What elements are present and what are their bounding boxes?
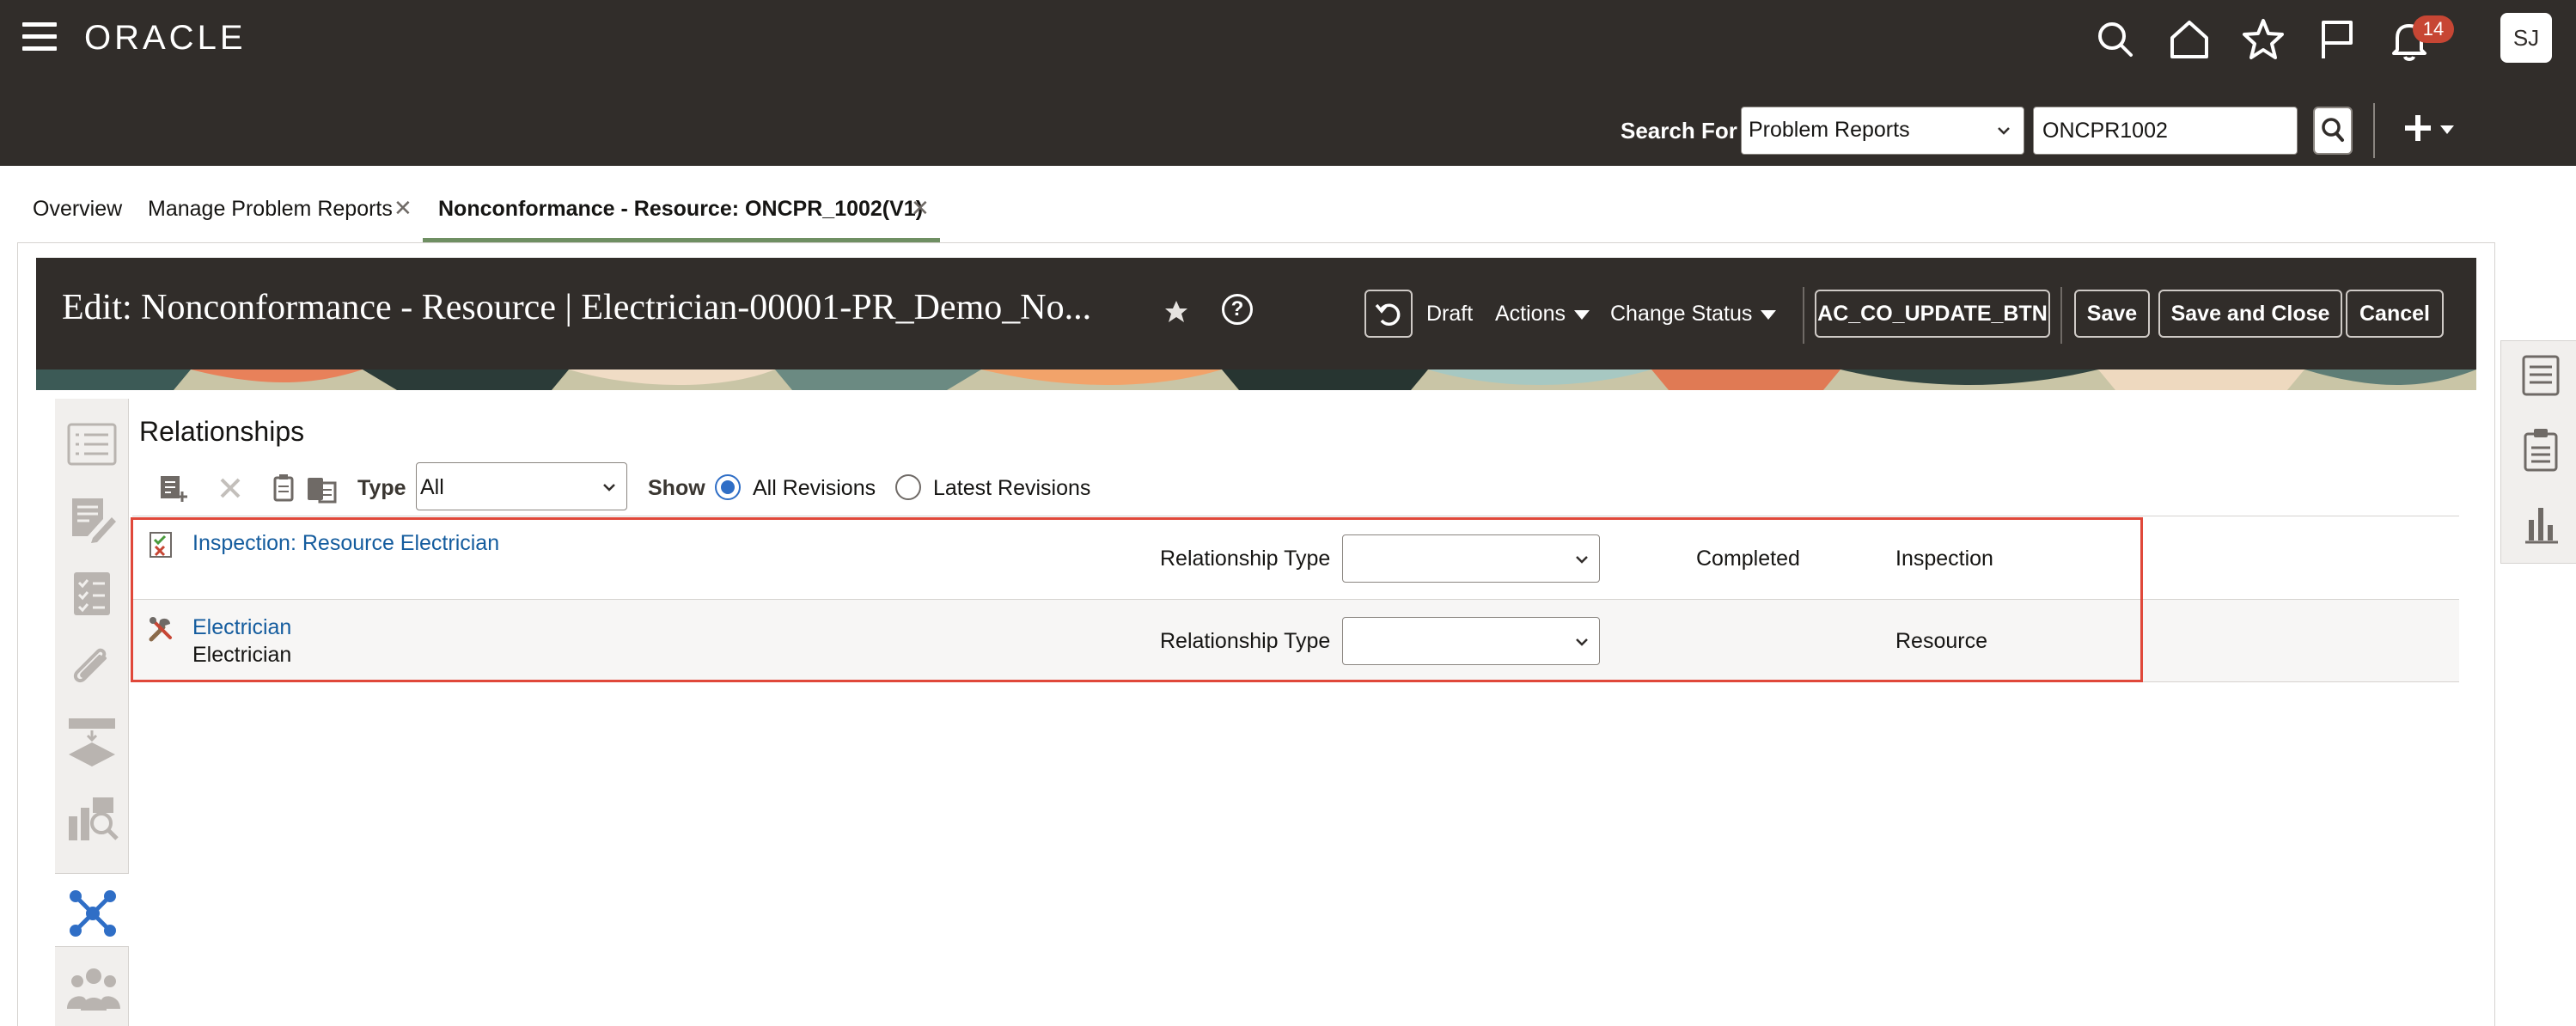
search-input[interactable]: ONCPR1002 xyxy=(2033,107,2298,155)
oracle-logo[interactable]: ORACLE xyxy=(84,19,247,58)
cancel-button[interactable]: Cancel xyxy=(2346,290,2444,338)
radio-latest-revisions[interactable] xyxy=(895,474,921,500)
nav-attachments[interactable] xyxy=(55,629,129,703)
workflow-icon xyxy=(69,718,115,766)
tab-close-icon[interactable]: ✕ xyxy=(911,195,930,222)
search-button[interactable] xyxy=(2313,107,2353,155)
hamburger-menu-icon[interactable] xyxy=(22,22,60,53)
global-header: ORACLE 14 SJ Search For Problem Reports … xyxy=(0,0,2576,166)
object-type-cell: Inspection xyxy=(1895,547,1993,571)
relationship-type-label: Relationship Type xyxy=(1160,629,1331,653)
favorite-star-icon[interactable] xyxy=(1163,299,1189,325)
watchlist-flag-icon[interactable] xyxy=(2313,15,2361,64)
save-button[interactable]: Save xyxy=(2074,290,2150,338)
chevron-down-icon xyxy=(603,484,615,492)
notifications-badge: 14 xyxy=(2413,15,2454,43)
edit-document-icon xyxy=(72,498,116,543)
paste-icon[interactable] xyxy=(306,473,337,504)
chevron-down-icon xyxy=(1576,638,1588,646)
home-icon[interactable] xyxy=(2165,15,2213,64)
add-relationship-icon[interactable] xyxy=(158,473,189,504)
chevron-down-icon xyxy=(1998,127,2010,135)
chevron-down-icon xyxy=(1576,556,1588,564)
page-title: Edit: Nonconformance - Resource | Electr… xyxy=(62,288,1092,327)
radio-latest-revisions-label[interactable]: Latest Revisions xyxy=(933,476,1090,501)
type-label: Type xyxy=(357,476,406,500)
type-select-value: All xyxy=(420,475,444,499)
create-plus-icon[interactable] xyxy=(2402,108,2463,151)
actions-menu-label: Actions xyxy=(1495,302,1566,326)
bar-chart-icon[interactable] xyxy=(2522,501,2560,546)
nav-details[interactable] xyxy=(55,481,129,555)
status-cell: Completed xyxy=(1696,547,1800,571)
ac-co-update-button[interactable]: AC_CO_UPDATE_BTN xyxy=(1815,290,2050,338)
search-icon xyxy=(2322,118,2344,142)
object-type-cell: Resource xyxy=(1895,629,1987,653)
header-divider xyxy=(2373,103,2375,158)
user-avatar[interactable]: SJ xyxy=(2500,13,2552,63)
nav-checklist[interactable] xyxy=(55,555,129,629)
toolbar-separator xyxy=(1803,287,1804,344)
decorative-banner xyxy=(36,369,2476,390)
show-label: Show xyxy=(648,476,705,500)
relationship-name-link[interactable]: Inspection: Resource Electrician xyxy=(192,531,499,556)
analysis-magnifier-icon xyxy=(69,797,119,840)
resource-tools-icon xyxy=(149,617,172,642)
table-row: Electrician Electrician Relationship Typ… xyxy=(132,600,2459,682)
tab-nonconformance-resource[interactable]: Nonconformance - Resource: ONCPR_1002(V1… xyxy=(438,197,923,222)
search-category-select[interactable]: Problem Reports xyxy=(1741,107,2024,155)
copy-icon[interactable] xyxy=(268,473,299,504)
status-label: Draft xyxy=(1426,302,1474,326)
relationship-subtitle: Electrician xyxy=(192,643,292,667)
radio-all-revisions[interactable] xyxy=(715,474,741,500)
nav-analysis[interactable] xyxy=(55,777,129,851)
search-for-label: Search For xyxy=(1621,118,1737,144)
tab-close-icon[interactable]: ✕ xyxy=(394,195,412,222)
nav-workflow[interactable] xyxy=(55,703,129,777)
delete-icon[interactable] xyxy=(215,473,246,504)
favorites-star-icon[interactable] xyxy=(2239,15,2287,64)
search-icon[interactable] xyxy=(2091,15,2140,64)
section-title: Relationships xyxy=(139,416,305,447)
tab-bar: Overview Manage Problem Reports ✕ Noncon… xyxy=(0,166,2576,242)
refresh-icon xyxy=(1375,303,1401,326)
tab-overview[interactable]: Overview xyxy=(33,197,122,222)
right-panel-rail xyxy=(2500,340,2576,564)
search-category-value: Problem Reports xyxy=(1749,118,1910,142)
inspection-icon xyxy=(150,532,172,558)
nav-relationships[interactable] xyxy=(55,873,129,947)
tab-manage-problem-reports[interactable]: Manage Problem Reports xyxy=(148,197,393,222)
relationship-type-label: Relationship Type xyxy=(1160,547,1331,571)
caret-down-icon xyxy=(1573,309,1590,320)
nav-overview[interactable] xyxy=(55,407,129,481)
nav-team[interactable] xyxy=(55,950,129,1024)
checklist-icon xyxy=(74,572,110,615)
clipboard-icon[interactable] xyxy=(2522,427,2560,472)
paperclip-icon xyxy=(73,648,107,683)
caret-down-icon xyxy=(1761,309,1777,320)
panel-list-icon[interactable] xyxy=(2522,353,2560,398)
revert-button[interactable] xyxy=(1364,290,1413,338)
radio-all-revisions-label[interactable]: All Revisions xyxy=(753,476,876,501)
type-select[interactable]: All xyxy=(416,462,627,510)
actions-menu[interactable]: Actions xyxy=(1495,302,1590,327)
team-people-icon xyxy=(67,968,120,1011)
help-icon[interactable]: ? xyxy=(1222,294,1253,325)
relationship-type-select[interactable] xyxy=(1342,534,1600,583)
toolbar-separator xyxy=(2060,287,2062,344)
list-icon xyxy=(67,423,117,466)
table-row: Inspection: Resource Electrician Relatio… xyxy=(132,517,2459,600)
save-and-close-button[interactable]: Save and Close xyxy=(2158,290,2342,338)
left-section-nav xyxy=(55,399,129,1026)
relationship-type-select[interactable] xyxy=(1342,617,1600,665)
relationships-network-icon xyxy=(70,890,116,937)
change-status-menu[interactable]: Change Status xyxy=(1610,302,1777,327)
change-status-label: Change Status xyxy=(1610,302,1753,326)
relationship-name-link[interactable]: Electrician xyxy=(192,615,291,640)
